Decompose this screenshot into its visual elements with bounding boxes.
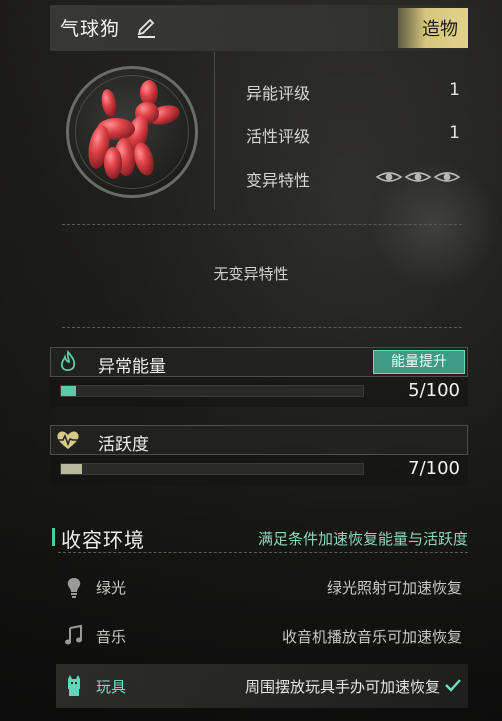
environment-item-desc: 周围摆放玩具手办可加速恢复 <box>244 678 440 696</box>
heartbeat-icon <box>57 431 79 449</box>
activity-header: 活跃度 <box>50 425 468 455</box>
creature-portrait <box>66 66 198 198</box>
section-accent-mark <box>52 528 55 546</box>
energy-header: 异常能量 能量提升 <box>50 347 468 377</box>
energy-value: 5/100 <box>408 380 460 401</box>
activity-value: 7/100 <box>408 458 460 479</box>
check-icon <box>445 679 461 692</box>
energy-upgrade-button[interactable]: 能量提升 <box>373 350 465 374</box>
environment-item-name: 绿光 <box>96 579 127 597</box>
stat-value-activity-rank: 1 <box>449 123 460 143</box>
stat-label-mutation: 变异特性 <box>246 171 311 190</box>
dashed-divider <box>62 327 462 328</box>
dashed-divider <box>62 224 462 225</box>
environment-item-name: 玩具 <box>96 678 127 696</box>
toy-icon <box>68 675 80 696</box>
energy-progress-bar <box>60 385 364 397</box>
flame-icon <box>60 350 76 372</box>
divider-vertical <box>214 52 215 210</box>
activity-progress-fill <box>61 464 83 474</box>
dashed-divider <box>58 552 468 553</box>
activity-progress-bar <box>60 463 364 475</box>
environment-item-name: 音乐 <box>96 628 127 646</box>
energy-label: 异常能量 <box>98 357 166 377</box>
environment-item-toy: 玩具 周围摆放玩具手办可加速恢复 <box>56 664 468 708</box>
activity-label: 活跃度 <box>98 435 149 455</box>
stat-label-ability-rank: 异能评级 <box>246 84 311 103</box>
stat-label-activity-rank: 活性评级 <box>246 127 311 146</box>
environment-item-green-light: 绿光 绿光照射可加速恢复 <box>56 565 468 609</box>
activity-bar-row: 7/100 <box>50 455 468 485</box>
environment-title: 收容环境 <box>61 528 145 552</box>
environment-item-desc: 绿光照射可加速恢复 <box>326 579 462 597</box>
energy-bar-row: 5/100 <box>50 377 468 407</box>
balloon-dog-image <box>88 80 180 179</box>
stat-value-ability-rank: 1 <box>449 80 460 100</box>
mutation-eyes-icon <box>376 172 460 182</box>
edit-icon[interactable] <box>135 16 159 40</box>
environment-subtitle: 满足条件加速恢复能量与活跃度 <box>257 530 468 548</box>
environment-item-desc: 收音机播放音乐可加速恢复 <box>281 628 462 646</box>
bulb-icon <box>67 578 81 598</box>
environment-item-music: 音乐 收音机播放音乐可加速恢复 <box>56 614 468 658</box>
music-note-icon <box>65 624 82 645</box>
type-badge: 造物 <box>398 8 468 48</box>
trait-text: 无变异特性 <box>213 265 289 283</box>
energy-progress-fill <box>61 386 77 396</box>
creature-name: 气球狗 <box>60 18 121 40</box>
